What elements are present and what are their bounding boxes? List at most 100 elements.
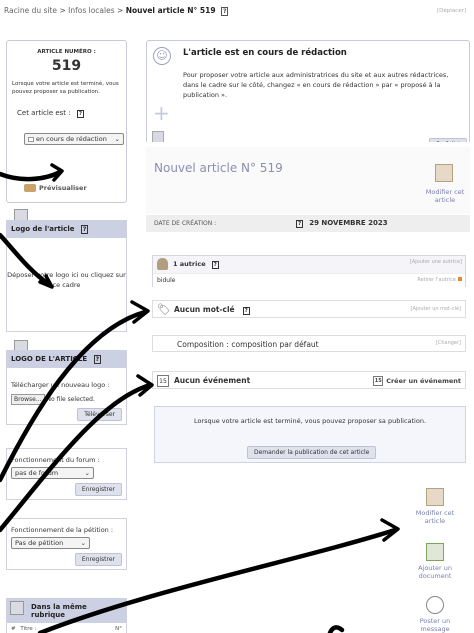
logo-upload-box: LOGO DE L'ARTICLE ? Télécharger un nouve… [6, 350, 127, 425]
help-icon[interactable]: ? [93, 355, 102, 364]
help-icon[interactable]: ? [76, 109, 85, 118]
notice-title: L'article est en cours de rédaction [183, 48, 347, 58]
tag-icon: 🏷 [157, 303, 171, 316]
breadcrumb-home[interactable]: Racine du site [4, 6, 57, 15]
article-number: 519 [51, 58, 82, 74]
add-author-link[interactable]: [Ajouter une autrice] [410, 259, 462, 265]
create-event-label: Créer un événement [386, 377, 461, 385]
add-keyword-link[interactable]: [Ajouter un mot-clé] [411, 306, 461, 312]
chevron-down-icon: ⌄ [80, 539, 86, 547]
status-select-value: en cours de rédaction [36, 135, 107, 143]
same-rubric-columns: # Titre : N° [7, 623, 126, 633]
status-select[interactable]: en cours de rédaction ⌄ [24, 133, 124, 145]
request-publication-button[interactable]: Demander la publication de cet article [247, 446, 377, 459]
no-file-text: No file selected. [46, 396, 95, 403]
authors-header: 1 autrice? [Ajouter une autrice] [153, 256, 465, 273]
breadcrumb-section[interactable]: Infos locales [68, 6, 114, 15]
page: Racine du site > Infos locales > Nouvel … [0, 0, 474, 633]
composition-row: Composition : composition par défaut [177, 340, 319, 349]
forum-label: Fonctionnement du forum : [11, 456, 100, 464]
events-panel: 15 Aucun événement 15 Créer un événement [152, 371, 466, 389]
draft-notice: ☺ + L'article est en cours de rédaction … [146, 40, 470, 151]
events-title: Aucun événement [174, 376, 251, 385]
composition-value: composition par défaut [231, 340, 319, 349]
petition-select[interactable]: Pas de pétition ⌄ [11, 537, 90, 549]
notice-text: Pour proposer votre article aux administ… [183, 71, 449, 100]
glasses-icon [24, 184, 36, 192]
help-icon[interactable]: ? [242, 307, 250, 315]
publish-hint: Lorsque votre article est terminé, vous … [193, 417, 427, 425]
col-num: N° [115, 626, 122, 632]
col-hash: # [11, 626, 16, 632]
forum-save-button[interactable]: Enregistrer [74, 483, 122, 496]
browse-button[interactable]: Browse... [11, 394, 45, 405]
article-number-label: ARTICLE NUMÉRO : [37, 49, 96, 55]
date-value: 29 NOVEMBRE 2023 [309, 219, 388, 227]
col-hash-title: # Titre : [11, 626, 36, 632]
help-icon[interactable]: ? [211, 261, 219, 269]
article-number-box: ARTICLE NUMÉRO : 519 Lorsque votre artic… [6, 40, 127, 203]
move-link[interactable]: [Déplacer] [437, 8, 466, 14]
preview-button[interactable]: Prévisualiser [24, 184, 87, 192]
keywords-title-row: Aucun mot-clé? [174, 305, 250, 315]
calendar-icon: 15 [157, 375, 169, 387]
article-title: Nouvel article N° 519 [154, 161, 283, 175]
keywords-panel: 🏷 Aucun mot-clé? [Ajouter un mot-clé] [152, 300, 466, 318]
chevron-down-icon: ⌄ [84, 469, 90, 477]
remove-author-link[interactable]: Retirer l'autrice [417, 277, 462, 283]
forum-select-value: pas de forum [15, 469, 59, 477]
create-event-button[interactable]: 15 Créer un événement [373, 376, 461, 386]
help-icon[interactable]: ? [220, 7, 229, 16]
add-document-icon [426, 543, 444, 561]
petition-save-button[interactable]: Enregistrer [74, 553, 122, 566]
calendar-add-icon: 15 [373, 376, 384, 386]
logo-dropzone[interactable]: Déposer votre logo ici ou cliquez sur ce… [7, 271, 126, 291]
same-rubric-box: Dans la même rubrique # Titre : N° [6, 598, 127, 633]
logo-header: Logo de l'article ? [7, 221, 126, 238]
upload-button[interactable]: Téléverser [77, 408, 122, 421]
col-title: Titre : [20, 626, 37, 632]
author-icon [157, 258, 168, 270]
file-input[interactable]: Browse... No file selected. [11, 394, 95, 405]
publish-box: Lorsque votre article est terminé, vous … [154, 406, 466, 463]
preview-label: Prévisualiser [39, 184, 87, 192]
status-color-icon [28, 136, 34, 142]
creation-date-bar: DATE DE CRÉATION : ? 29 NOVEMBRE 2023 [146, 215, 470, 232]
same-rubric-title: Dans la même rubrique [31, 603, 87, 619]
document-icon [10, 601, 24, 615]
upload-label: Télécharger un nouveau logo : [11, 381, 110, 389]
author-row: bidule Retirer l'autrice [153, 273, 465, 287]
edit-article-link[interactable]: Modifier cet article [422, 188, 468, 204]
status-label: Cet article est : [17, 108, 71, 117]
authors-title-row: 1 autrice? [173, 260, 219, 269]
composition-panel: Composition : composition par défaut [Ch… [152, 335, 466, 352]
speech-bubble-icon [426, 596, 444, 614]
side-post-message-action[interactable]: Poster un message [405, 596, 465, 633]
change-composition-link[interactable]: [Changer] [436, 340, 461, 346]
author-name[interactable]: bidule [157, 277, 175, 284]
logo-title: Logo de l'article [11, 225, 75, 233]
side-add-document-action[interactable]: Ajouter un document [405, 543, 465, 580]
article-header: Nouvel article N° 519 Modifier cet artic… [146, 147, 470, 214]
remove-icon [458, 277, 462, 281]
petition-label: Fonctionnement de la pétition : [11, 526, 114, 534]
remove-author-label: Retirer l'autrice [417, 277, 456, 283]
chevron-down-icon: ⌄ [114, 135, 120, 143]
side-edit-label: Modifier cet article [415, 509, 455, 526]
side-edit-action[interactable]: Modifier cet article [405, 488, 465, 525]
help-icon[interactable]: ? [296, 220, 304, 228]
edit-icon[interactable] [435, 164, 453, 182]
logo2-title: LOGO DE L'ARTICLE [11, 355, 88, 363]
side-add-document-label: Ajouter un document [418, 564, 452, 581]
petition-box: Fonctionnement de la pétition : Pas de p… [6, 518, 127, 570]
status-label-row: Cet article est : ? [17, 109, 121, 118]
logo-dropzone-box: Logo de l'article ? Déposer votre logo i… [6, 220, 127, 332]
forum-select[interactable]: pas de forum ⌄ [11, 467, 94, 479]
breadcrumb: Racine du site > Infos locales > Nouvel … [4, 6, 229, 16]
petition-select-value: Pas de pétition [15, 539, 64, 547]
edit-icon [426, 488, 444, 506]
breadcrumb-current: Nouvel article N° 519 [125, 6, 216, 15]
help-icon[interactable]: ? [80, 225, 89, 234]
authors-panel: 1 autrice? [Ajouter une autrice] bidule … [152, 255, 466, 287]
keywords-title: Aucun mot-clé [174, 305, 235, 314]
